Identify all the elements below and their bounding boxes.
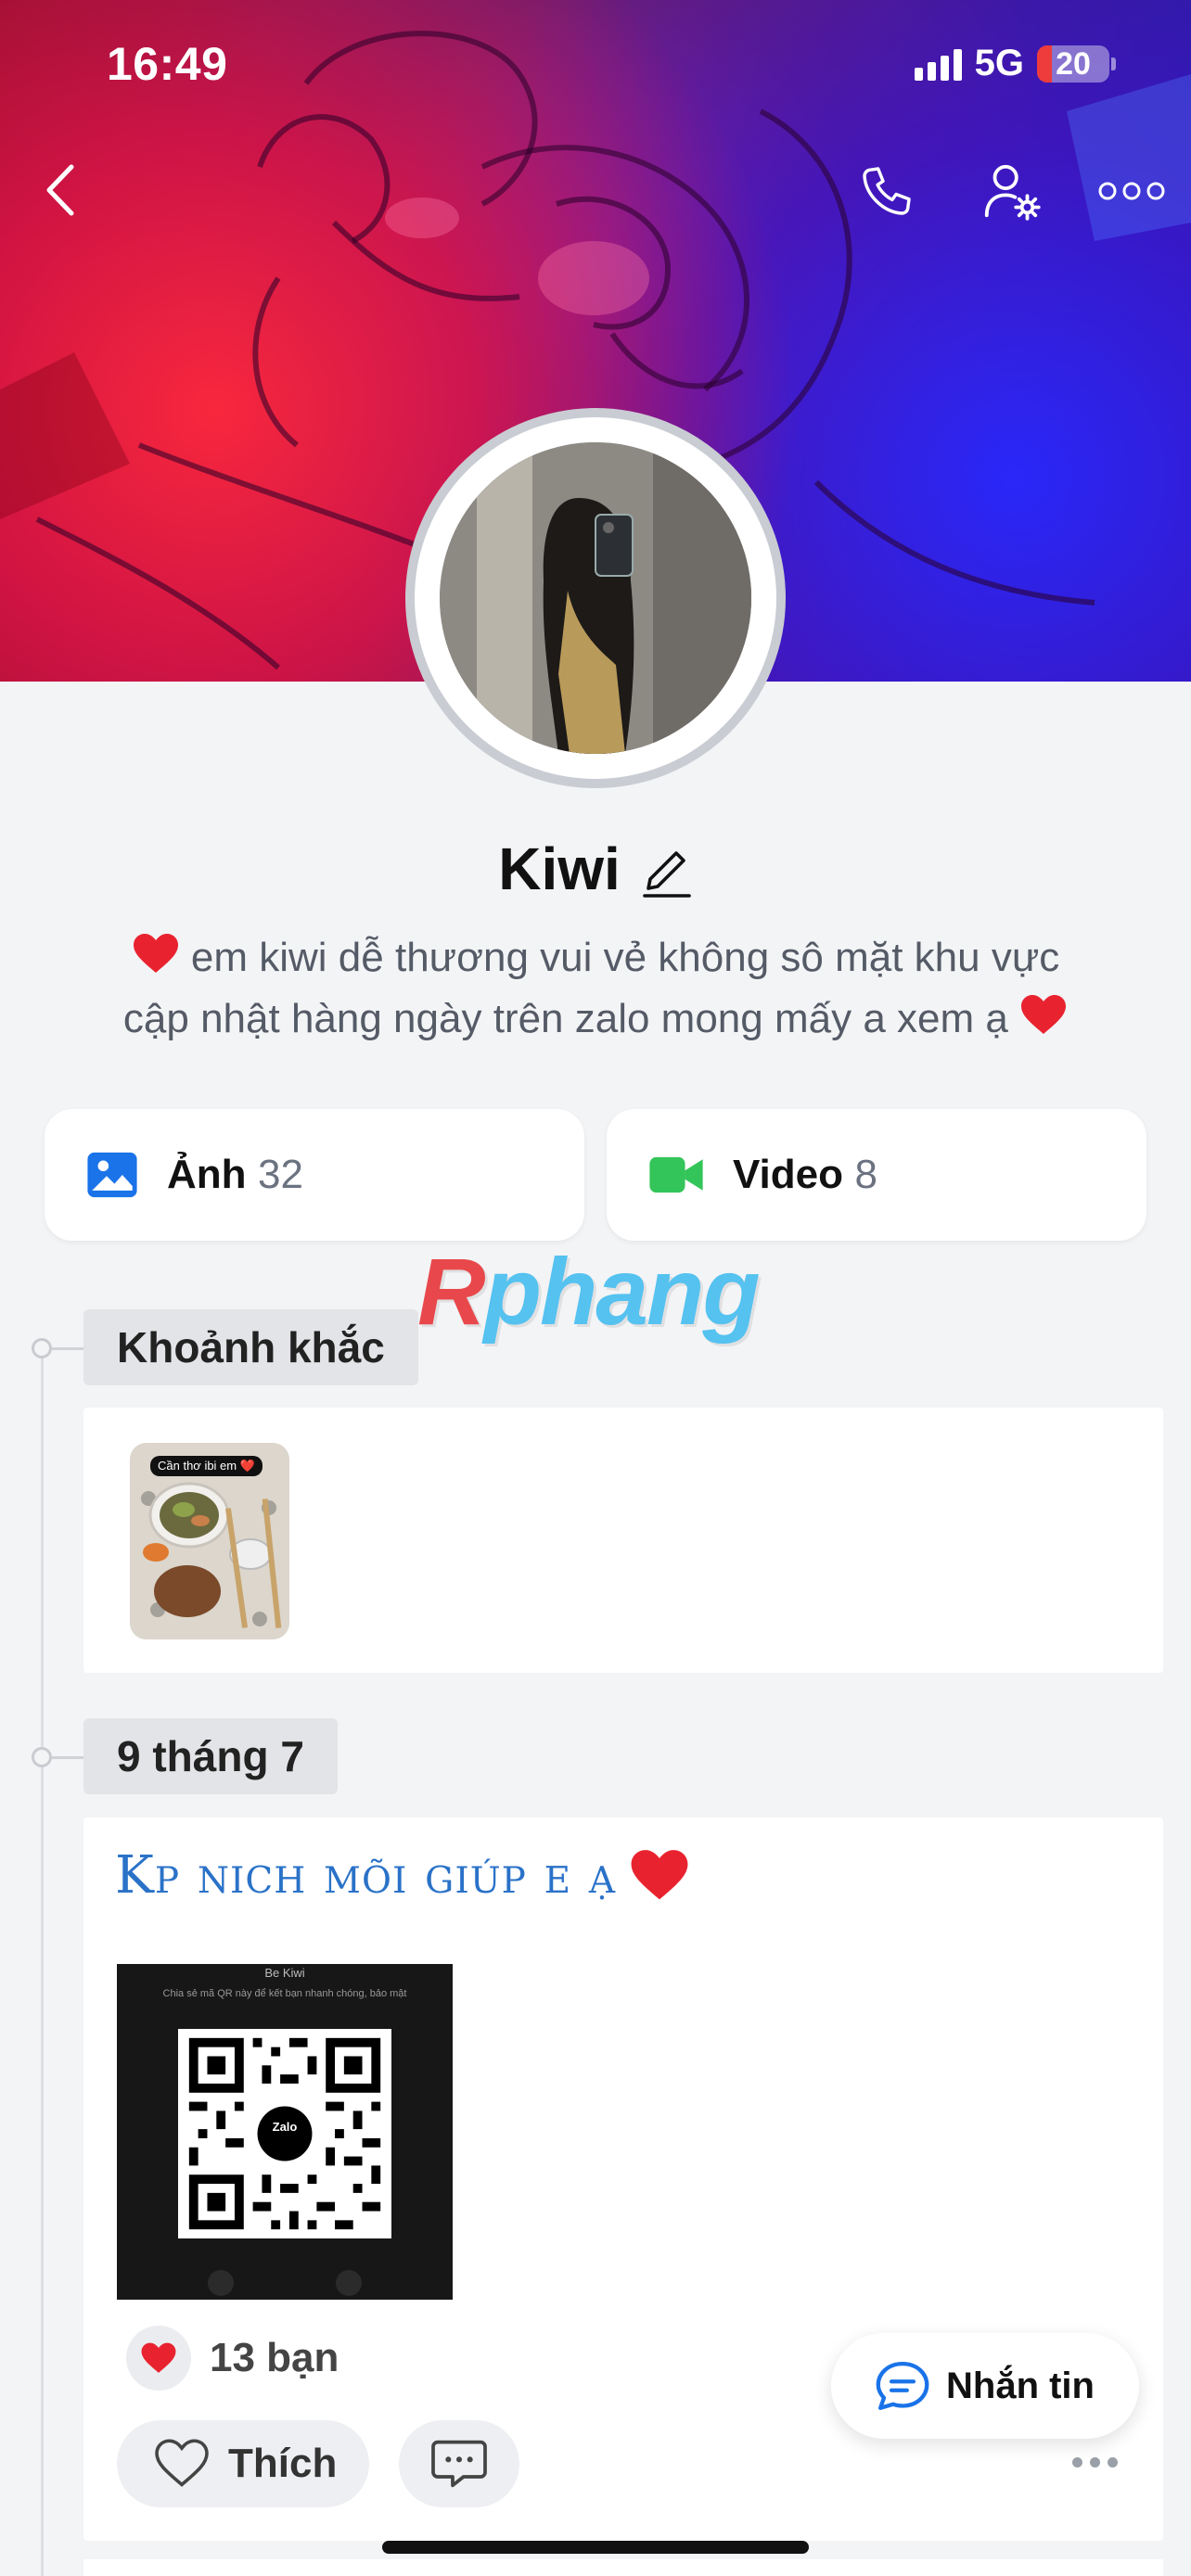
qr-code: Zalo [178, 2029, 391, 2238]
back-button[interactable] [33, 158, 85, 223]
videos-label: Video [733, 1152, 844, 1197]
send-message-label: Nhắn tin [946, 2365, 1095, 2406]
more-options-button[interactable] [1095, 165, 1169, 217]
signal-icon [914, 47, 962, 81]
qr-code-pattern [180, 2029, 390, 2238]
post-date-label: 9 tháng 7 [83, 1718, 338, 1794]
bio-line-1-text: em kiwi dễ thương vui vẻ không sô mặt kh… [190, 935, 1060, 980]
timeline-connector [52, 1347, 83, 1350]
image-icon [87, 1152, 137, 1198]
qr-action-icons [117, 2270, 453, 2296]
avatar-frame[interactable] [405, 408, 786, 788]
post-more-button[interactable] [1072, 2448, 1128, 2476]
photos-count: 32 [257, 1152, 303, 1197]
reaction-heart-badge [126, 2326, 191, 2391]
heart-outline-icon [155, 2439, 209, 2487]
chat-bubble-icon [876, 2362, 929, 2410]
qr-title: Be Kiwi [264, 1966, 305, 1980]
qr-subtitle: Chia sẻ mã QR này để kết bạn nhanh chóng… [162, 1988, 407, 1999]
photos-label: Ảnh [167, 1152, 247, 1197]
post-text-row: Kp nich mõi giúp e ạ [115, 1845, 690, 1906]
qr-logo-text: Zalo [272, 2120, 298, 2134]
moments-section-label: Khoảnh khắc [83, 1309, 418, 1385]
dot [1072, 2456, 1082, 2468]
download-icon [336, 2270, 362, 2296]
watermark-logo: Rphang [417, 1238, 761, 1346]
timeline-dot [32, 1747, 52, 1767]
watermark-r: R [417, 1239, 486, 1345]
profile-bio: em kiwi dễ thương vui vẻ không sô mặt kh… [56, 927, 1135, 1050]
user-settings-icon [984, 164, 1041, 221]
comment-icon [431, 2440, 487, 2488]
timeline-dot [32, 1338, 52, 1358]
reaction-summary[interactable]: 13 bạn [126, 2326, 339, 2391]
moment-thumbnail[interactable]: Cần thơ ibi em ❤️ [130, 1443, 289, 1639]
avatar[interactable] [440, 442, 751, 754]
video-camera-icon [649, 1156, 703, 1193]
send-message-button[interactable]: Nhắn tin [831, 2333, 1139, 2439]
profile-name: Kiwi [498, 835, 621, 902]
videos-card[interactable]: Video 8 [607, 1109, 1146, 1241]
comment-button[interactable] [399, 2420, 519, 2507]
profile-name-row: Kiwi [0, 835, 1191, 903]
dot [1108, 2456, 1118, 2468]
battery-level: 20 [1056, 45, 1091, 82]
heart-emoji-icon [631, 1849, 688, 1899]
watermark-rest: phang [483, 1239, 761, 1345]
heart-icon [141, 2342, 176, 2373]
dot [1090, 2456, 1100, 2468]
chevron-left-icon [46, 164, 74, 216]
timeline-line [41, 1346, 44, 2576]
bio-line-1: em kiwi dễ thương vui vẻ không sô mặt kh… [56, 927, 1135, 988]
heart-emoji-icon [1021, 995, 1067, 1034]
next-post-panel [83, 2559, 1163, 2576]
moment-caption: Cần thơ ibi em ❤️ [150, 1456, 263, 1476]
post-text: Kp nich mõi giúp e ạ [115, 1845, 617, 1906]
like-button[interactable]: Thích [117, 2420, 369, 2507]
timeline-connector [52, 1756, 83, 1759]
photos-card[interactable]: Ảnh 32 [45, 1109, 584, 1241]
heart-emoji-icon [133, 934, 178, 973]
bio-line-2-text: cập nhật hàng ngày trên zalo mong mấy a … [122, 996, 1008, 1041]
pencil-icon[interactable] [641, 840, 693, 898]
more-horizontal-icon [1098, 182, 1165, 200]
call-button[interactable] [852, 156, 922, 226]
reaction-count: 13 bạn [210, 2335, 339, 2380]
phone-icon [863, 167, 911, 215]
network-type: 5G [974, 43, 1024, 83]
battery-icon: 20 [1037, 45, 1116, 83]
profile-settings-button[interactable] [976, 156, 1046, 226]
post-image-qr[interactable]: Be Kiwi Chia sẻ mã QR này để kết bạn nha… [117, 1964, 453, 2300]
avatar-photo [440, 442, 751, 754]
share-icon [208, 2270, 234, 2296]
status-time: 16:49 [107, 38, 228, 90]
bio-line-2: cập nhật hàng ngày trên zalo mong mấy a … [56, 988, 1135, 1050]
videos-count: 8 [854, 1152, 877, 1197]
like-label: Thích [228, 2441, 338, 2486]
home-indicator[interactable] [382, 2541, 809, 2554]
status-icons: 5G 20 [914, 43, 1116, 84]
